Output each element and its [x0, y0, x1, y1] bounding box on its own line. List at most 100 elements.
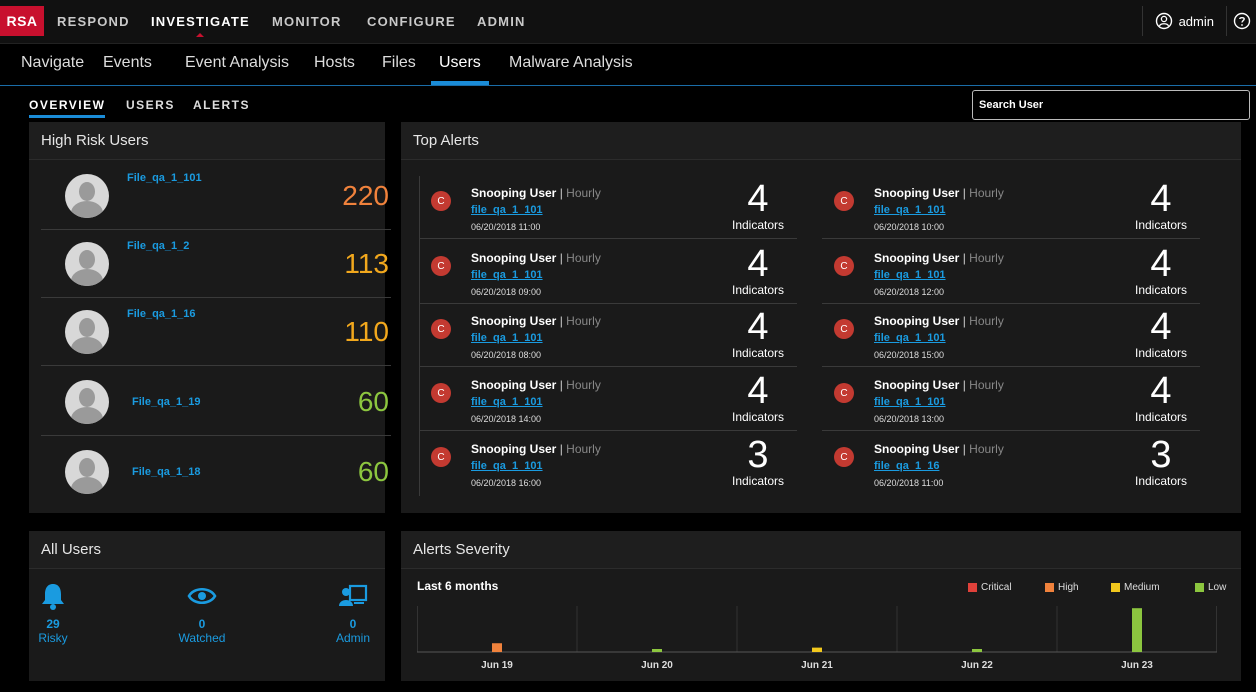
watched-users-stat[interactable]: 0 Watched: [162, 582, 242, 645]
legend-label: Critical: [981, 582, 1012, 593]
severity-bar-medium[interactable]: [812, 647, 822, 652]
alert-item[interactable]: C Snooping User | Hourly file_qa_1_101 06/2…: [419, 368, 797, 431]
tab-alerts[interactable]: ALERTS: [193, 98, 250, 112]
search-user-input[interactable]: [972, 90, 1250, 120]
indicators-label: Indicators: [731, 346, 785, 360]
high-risk-user-row[interactable]: File_qa_1_2 113: [41, 230, 391, 298]
legend-label: High: [1058, 582, 1079, 593]
indicator-count: 4: [1150, 243, 1172, 285]
legend-high[interactable]: High: [1045, 582, 1079, 593]
subnav-users[interactable]: Users: [431, 54, 489, 85]
user-name-link[interactable]: File_qa_1_2: [127, 240, 189, 252]
alert-user-link[interactable]: file_qa_1_101: [874, 332, 946, 344]
admin-user-icon: [339, 584, 368, 606]
critical-severity-icon: C: [834, 319, 854, 339]
subnav-navigate[interactable]: Navigate: [21, 54, 84, 72]
legend-low[interactable]: Low: [1195, 582, 1226, 593]
alert-date: 06/20/2018 13:00: [874, 414, 945, 424]
subnav-events[interactable]: Events: [103, 54, 152, 72]
alert-user-link[interactable]: file_qa_1_101: [874, 396, 946, 408]
rsa-logo[interactable]: RSA: [0, 6, 44, 36]
admin-users-stat[interactable]: 0 Admin: [313, 582, 393, 645]
alert-user-link[interactable]: file_qa_1_101: [874, 269, 946, 281]
avatar: [65, 174, 109, 218]
indicators-label: Indicators: [731, 474, 785, 488]
topnav-configure[interactable]: CONFIGURE: [367, 14, 456, 29]
alert-user-link[interactable]: file_qa_1_101: [471, 269, 543, 281]
panel-title: Top Alerts: [401, 122, 1241, 160]
user-name-link[interactable]: File_qa_1_18: [132, 466, 201, 478]
alert-frequency: Hourly: [566, 186, 601, 200]
high-risk-user-row[interactable]: File_qa_1_18 60: [41, 438, 391, 506]
alert-separator: |: [559, 251, 563, 265]
alert-separator: |: [559, 378, 563, 392]
avatar: [65, 380, 109, 424]
alert-user-link[interactable]: file_qa_1_101: [471, 204, 543, 216]
avatar: [65, 310, 109, 354]
legend-medium[interactable]: Medium: [1111, 582, 1160, 593]
alert-item[interactable]: C Snooping User | Hourly file_qa_1_16 06/20…: [822, 432, 1200, 495]
alert-separator: |: [962, 442, 966, 456]
high-risk-user-row[interactable]: File_qa_1_101 220: [41, 162, 391, 230]
user-menu-button[interactable]: admin: [1141, 6, 1226, 36]
tab-overview[interactable]: OVERVIEW: [29, 98, 106, 118]
tab-users[interactable]: USERS: [126, 98, 175, 112]
alert-date: 06/20/2018 09:00: [471, 287, 542, 297]
alert-date: 06/20/2018 14:00: [471, 414, 542, 424]
alert-item[interactable]: C Snooping User | Hourly file_qa_1_101 06/2…: [419, 241, 797, 304]
high-risk-user-row[interactable]: File_qa_1_16 110: [41, 298, 391, 366]
legend-swatch: [1111, 583, 1120, 592]
subnav-malware-analysis[interactable]: Malware Analysis: [509, 54, 633, 72]
alert-item[interactable]: C Snooping User | Hourly file_qa_1_101 06/2…: [419, 432, 797, 495]
alert-title: Snooping User | Hourly: [874, 186, 1004, 200]
alert-separator: |: [559, 314, 563, 328]
topnav-monitor[interactable]: MONITOR: [272, 14, 342, 29]
alert-item[interactable]: C Snooping User | Hourly file_qa_1_101 06/2…: [419, 176, 797, 239]
alert-title: Snooping User | Hourly: [471, 314, 601, 328]
admin-count: 0: [349, 617, 357, 631]
severity-bar-high[interactable]: [492, 643, 502, 652]
alert-date: 06/20/2018 16:00: [471, 478, 542, 488]
user-name-link[interactable]: File_qa_1_16: [127, 308, 196, 320]
indicator-count: 3: [1150, 434, 1172, 476]
risk-score: 110: [344, 316, 389, 347]
alert-item[interactable]: C Snooping User | Hourly file_qa_1_101 06/2…: [419, 304, 797, 367]
active-tab-underline: [29, 115, 106, 118]
active-caret-icon: [196, 33, 205, 37]
alert-user-link[interactable]: file_qa_1_101: [471, 396, 543, 408]
tab-overview-label: OVERVIEW: [29, 98, 106, 112]
subnav-hosts[interactable]: Hosts: [314, 54, 355, 72]
indicators-label: Indicators: [1134, 283, 1188, 297]
watched-label: Watched: [178, 631, 226, 645]
avatar: [65, 242, 109, 286]
high-risk-user-row[interactable]: File_qa_1_19 60: [41, 368, 391, 436]
risky-users-stat[interactable]: 29 Risky: [13, 582, 93, 645]
alert-item[interactable]: C Snooping User | Hourly file_qa_1_101 06/2…: [822, 304, 1200, 367]
help-button[interactable]: [1226, 6, 1256, 36]
topnav-admin[interactable]: ADMIN: [477, 14, 526, 29]
user-name-link[interactable]: File_qa_1_19: [132, 396, 201, 408]
alert-item[interactable]: C Snooping User | Hourly file_qa_1_101 06/2…: [822, 176, 1200, 239]
severity-bar-low[interactable]: [1132, 608, 1142, 652]
subnav-event-analysis[interactable]: Event Analysis: [185, 54, 289, 72]
top-bar: RSA RESPOND INVESTIGATE MONITOR CONFIGUR…: [0, 0, 1256, 44]
legend-critical[interactable]: Critical: [968, 582, 1012, 593]
alert-user-link[interactable]: file_qa_1_101: [874, 204, 946, 216]
alert-frequency: Hourly: [969, 186, 1004, 200]
alert-user-link[interactable]: file_qa_1_16: [874, 460, 939, 472]
alert-item[interactable]: C Snooping User | Hourly file_qa_1_101 06/2…: [822, 368, 1200, 431]
alert-user-link[interactable]: file_qa_1_101: [471, 332, 543, 344]
topnav-investigate-label: INVESTIGATE: [151, 14, 250, 29]
user-name-link[interactable]: File_qa_1_101: [127, 172, 202, 184]
topnav-respond[interactable]: RESPOND: [57, 14, 130, 29]
critical-severity-icon: C: [834, 256, 854, 276]
topnav-investigate[interactable]: INVESTIGATE: [151, 14, 250, 37]
alert-user-link[interactable]: file_qa_1_101: [471, 460, 543, 472]
alert-name: Snooping User: [874, 314, 960, 328]
severity-bar-low[interactable]: [972, 649, 982, 652]
alert-item[interactable]: C Snooping User | Hourly file_qa_1_101 06/2…: [822, 241, 1200, 304]
severity-bar-low[interactable]: [652, 649, 662, 652]
x-tick-label: Jun 20: [641, 660, 673, 671]
risk-score: 60: [357, 386, 389, 417]
subnav-files[interactable]: Files: [382, 54, 416, 72]
